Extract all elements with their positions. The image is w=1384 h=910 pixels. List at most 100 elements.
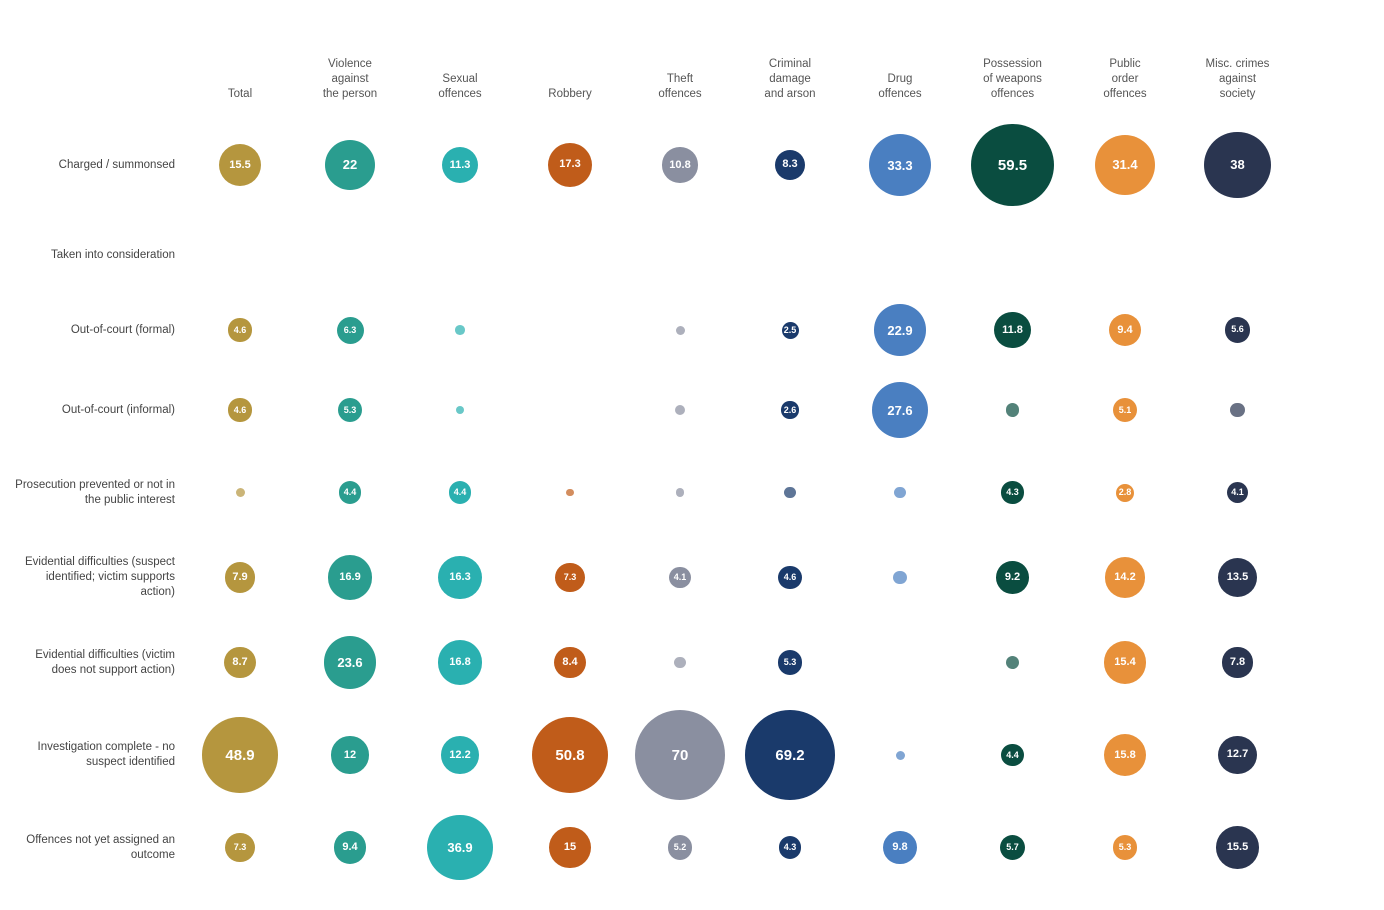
data-cell-1-9 (1180, 220, 1295, 290)
data-cell-3-8: 5.1 (1070, 370, 1180, 450)
bubble-7-1: 12 (331, 736, 368, 773)
data-cell-8-8: 5.3 (1070, 805, 1180, 890)
data-row-5: 7.916.916.37.34.14.69.214.213.5 (185, 535, 1374, 620)
data-cell-1-7 (955, 220, 1070, 290)
data-cell-5-6 (845, 535, 955, 620)
row-label-header-spacer (10, 20, 185, 110)
col-headers: TotalViolence against the personSexual o… (185, 20, 1374, 110)
data-cell-8-5: 4.3 (735, 805, 845, 890)
data-cell-8-3: 15 (515, 805, 625, 890)
data-cell-6-0: 8.7 (185, 620, 295, 705)
data-cell-1-3 (515, 220, 625, 290)
bubble-5-2: 16.3 (438, 556, 481, 599)
bubble-7-7: 4.4 (1001, 744, 1024, 767)
data-cell-4-4 (625, 450, 735, 535)
row-labels: Charged / summonsedTaken into considerat… (10, 20, 185, 890)
data-cell-6-1: 23.6 (295, 620, 405, 705)
bubble-2-5: 2.5 (782, 322, 799, 339)
data-cell-1-0 (185, 220, 295, 290)
bubble-7-6 (896, 751, 905, 760)
data-cell-0-3: 17.3 (515, 110, 625, 220)
data-cell-5-0: 7.9 (185, 535, 295, 620)
data-cell-5-3: 7.3 (515, 535, 625, 620)
col-header-drug: Drug offences (845, 20, 955, 110)
data-cell-1-4 (625, 220, 735, 290)
data-cell-6-6 (845, 620, 955, 705)
data-cell-1-5 (735, 220, 845, 290)
data-cell-7-5: 69.2 (735, 705, 845, 805)
bubble-4-6 (894, 487, 906, 499)
data-cell-0-7: 59.5 (955, 110, 1070, 220)
bubble-4-7: 4.3 (1001, 481, 1023, 503)
data-cell-2-1: 6.3 (295, 290, 405, 370)
row-label-4: Prosecution prevented or not in the publ… (10, 450, 185, 535)
bubble-5-3: 7.3 (555, 563, 584, 592)
bubble-2-1: 6.3 (337, 317, 364, 344)
data-cell-2-8: 9.4 (1070, 290, 1180, 370)
row-label-8: Offences not yet assigned an outcome (10, 805, 185, 890)
data-cell-2-0: 4.6 (185, 290, 295, 370)
grid-area: TotalViolence against the personSexual o… (185, 20, 1374, 890)
row-label-7: Investigation complete - no suspect iden… (10, 705, 185, 805)
data-cell-5-5: 4.6 (735, 535, 845, 620)
bubble-4-9: 4.1 (1227, 482, 1249, 504)
bubble-5-7: 9.2 (996, 561, 1029, 594)
data-cell-4-8: 2.8 (1070, 450, 1180, 535)
bubble-0-8: 31.4 (1095, 135, 1155, 195)
col-header-robbery: Robbery (515, 20, 625, 110)
col-header-public: Public order offences (1070, 20, 1180, 110)
col-header-theft: Theft offences (625, 20, 735, 110)
data-cell-8-9: 15.5 (1180, 805, 1295, 890)
bubble-3-7 (1006, 403, 1019, 416)
row-label-5: Evidential difficulties (suspect identif… (10, 535, 185, 620)
col-header-misc: Misc. crimes against society (1180, 20, 1295, 110)
data-cell-4-2: 4.4 (405, 450, 515, 535)
data-cell-5-8: 14.2 (1070, 535, 1180, 620)
bubble-5-9: 13.5 (1218, 558, 1258, 598)
bubble-7-5: 69.2 (745, 710, 834, 799)
data-cell-0-2: 11.3 (405, 110, 515, 220)
bubble-6-4 (674, 657, 686, 669)
data-cell-1-8 (1070, 220, 1180, 290)
bubble-3-5: 2.6 (781, 401, 798, 418)
data-row-0: 15.52211.317.310.88.333.359.531.438 (185, 110, 1374, 220)
data-cell-8-7: 5.7 (955, 805, 1070, 890)
bubble-4-8: 2.8 (1116, 484, 1134, 502)
col-header-total: Total (185, 20, 295, 110)
bubble-5-5: 4.6 (778, 566, 801, 589)
row-label-3: Out-of-court (informal) (10, 370, 185, 450)
data-cell-6-8: 15.4 (1070, 620, 1180, 705)
data-cell-5-2: 16.3 (405, 535, 515, 620)
data-cell-4-7: 4.3 (955, 450, 1070, 535)
data-cell-3-4 (625, 370, 735, 450)
row-label-0: Charged / summonsed (10, 110, 185, 220)
data-cell-7-6 (845, 705, 955, 805)
col-header-violence: Violence against the person (295, 20, 405, 110)
bubble-0-6: 33.3 (869, 134, 931, 196)
data-cell-1-6 (845, 220, 955, 290)
data-cell-0-0: 15.5 (185, 110, 295, 220)
bubble-0-3: 17.3 (548, 143, 593, 188)
bubble-2-8: 9.4 (1109, 314, 1142, 347)
data-cell-6-5: 5.3 (735, 620, 845, 705)
data-cell-8-4: 5.2 (625, 805, 735, 890)
bubble-2-7: 11.8 (994, 312, 1031, 349)
data-cell-4-5 (735, 450, 845, 535)
bubble-3-0: 4.6 (228, 398, 251, 421)
bubble-6-7 (1006, 656, 1019, 669)
data-cell-2-9: 5.6 (1180, 290, 1295, 370)
data-cell-3-3 (515, 370, 625, 450)
bubble-7-0: 48.9 (202, 717, 277, 792)
data-cell-0-9: 38 (1180, 110, 1295, 220)
data-rows: 15.52211.317.310.88.333.359.531.4384.66.… (185, 110, 1374, 890)
bubble-0-1: 22 (325, 140, 375, 190)
bubble-2-4 (676, 326, 685, 335)
col-header-weapons: Possession of weapons offences (955, 20, 1070, 110)
data-cell-0-6: 33.3 (845, 110, 955, 220)
bubble-2-2 (455, 325, 465, 335)
data-cell-6-4 (625, 620, 735, 705)
bubble-7-4: 70 (635, 710, 725, 800)
data-cell-5-9: 13.5 (1180, 535, 1295, 620)
bubble-8-6: 9.8 (883, 831, 917, 865)
data-cell-0-1: 22 (295, 110, 405, 220)
